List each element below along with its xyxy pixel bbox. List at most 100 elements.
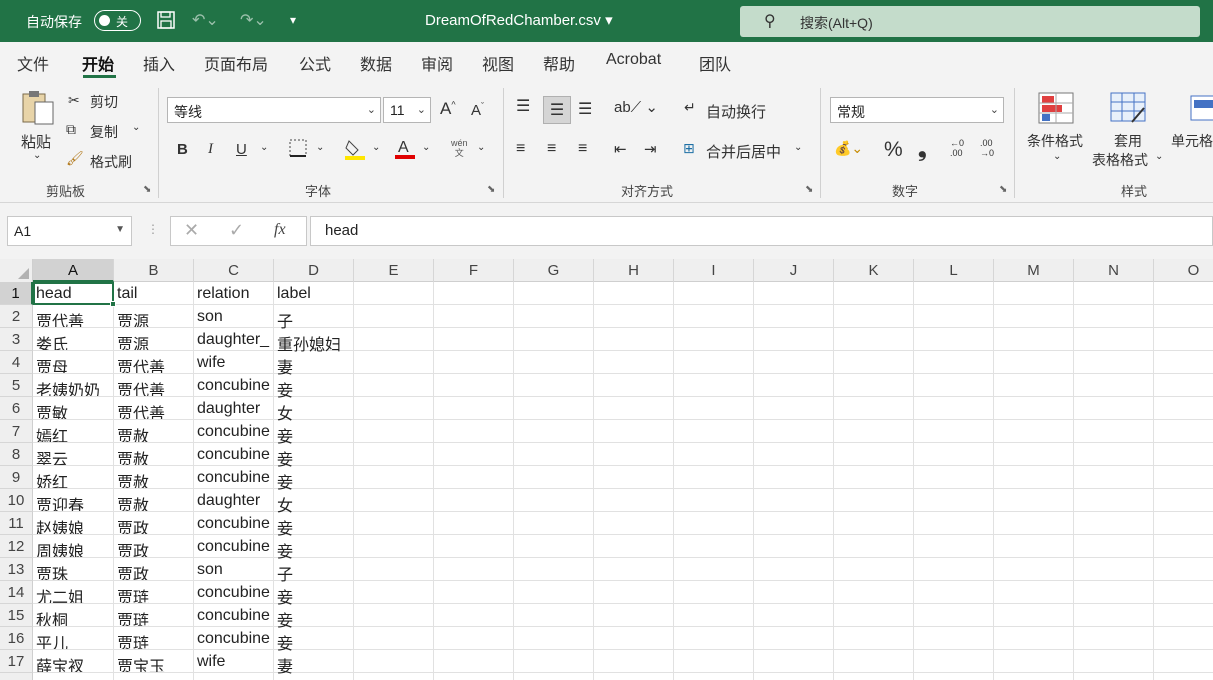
table-cell[interactable] <box>514 443 594 466</box>
table-cell[interactable]: 贾敏 <box>33 397 114 420</box>
table-cell[interactable] <box>1074 535 1154 558</box>
table-cell[interactable]: concubine <box>194 466 274 489</box>
table-cell[interactable] <box>674 466 754 489</box>
table-cell[interactable] <box>994 650 1074 673</box>
table-cell[interactable] <box>434 443 514 466</box>
row-header[interactable]: 11 <box>0 512 33 535</box>
table-cell[interactable] <box>354 512 434 535</box>
table-cell[interactable] <box>1154 466 1213 489</box>
table-cell[interactable]: daughter <box>194 489 274 512</box>
comma-button[interactable]: ❟ <box>918 136 927 162</box>
table-cell[interactable] <box>1074 328 1154 351</box>
table-cell[interactable] <box>1074 305 1154 328</box>
table-cell[interactable] <box>914 397 994 420</box>
table-cell[interactable] <box>994 558 1074 581</box>
accounting-format-icon[interactable]: 💰⌄ <box>834 140 863 157</box>
table-cell[interactable]: son <box>194 558 274 581</box>
table-cell[interactable] <box>1154 397 1213 420</box>
table-cell[interactable] <box>754 558 834 581</box>
row-header[interactable]: 6 <box>0 397 33 420</box>
table-cell[interactable]: 妾 <box>274 374 354 400</box>
table-cell[interactable]: 贾赦 <box>114 420 194 443</box>
table-cell[interactable]: 妻 <box>274 351 354 377</box>
table-cell[interactable] <box>994 420 1074 443</box>
align-left-icon[interactable]: ≡ <box>516 140 525 158</box>
row-header[interactable]: 7 <box>0 420 33 443</box>
column-header[interactable]: F <box>434 259 514 282</box>
font-color-icon[interactable]: A <box>394 136 416 163</box>
table-cell[interactable] <box>754 282 834 305</box>
table-cell[interactable]: 贾迎春 <box>33 489 114 512</box>
table-cell[interactable]: 贾琏 <box>114 581 194 604</box>
format-as-table-label-2[interactable]: 表格格式 <box>1092 150 1148 170</box>
table-cell[interactable] <box>754 397 834 420</box>
tab-review[interactable]: 审阅 <box>421 51 453 75</box>
table-cell[interactable] <box>194 673 274 680</box>
align-center-icon[interactable]: ≡ <box>547 140 556 158</box>
table-cell[interactable] <box>834 420 914 443</box>
table-cell[interactable] <box>1074 443 1154 466</box>
name-box[interactable]: A1 ▼ <box>7 216 132 246</box>
table-cell[interactable] <box>354 581 434 604</box>
table-cell[interactable] <box>594 512 674 535</box>
table-cell[interactable] <box>1074 420 1154 443</box>
merge-center-button[interactable]: 合并后居中 <box>706 141 781 162</box>
table-cell[interactable] <box>674 604 754 627</box>
table-cell[interactable] <box>1074 282 1154 305</box>
table-cell[interactable] <box>594 581 674 604</box>
table-cell[interactable] <box>514 397 594 420</box>
search-box[interactable]: ⚲ 搜索(Alt+Q) <box>740 6 1200 37</box>
table-cell[interactable] <box>1154 627 1213 650</box>
table-cell[interactable]: 秋桐 <box>33 604 114 627</box>
number-format-select[interactable]: 常规 ⌄ <box>830 97 1004 123</box>
table-cell[interactable]: 妻 <box>274 650 354 676</box>
table-cell[interactable] <box>914 282 994 305</box>
table-cell[interactable] <box>514 420 594 443</box>
table-cell[interactable] <box>594 650 674 673</box>
table-cell[interactable]: 贾琏 <box>114 604 194 627</box>
table-cell[interactable]: concubine <box>194 443 274 466</box>
table-cell[interactable]: 贾赦 <box>114 466 194 489</box>
table-cell[interactable] <box>994 397 1074 420</box>
table-cell[interactable]: 平儿 <box>33 627 114 650</box>
table-cell[interactable] <box>514 627 594 650</box>
table-cell[interactable]: 赵姨娘 <box>33 512 114 535</box>
redo-icon[interactable]: ↷⌄ <box>240 10 267 30</box>
table-cell[interactable] <box>594 673 674 680</box>
column-header[interactable]: B <box>114 259 194 282</box>
table-cell[interactable]: 妾 <box>274 512 354 538</box>
table-cell[interactable] <box>754 535 834 558</box>
table-cell[interactable]: 贾赦 <box>114 489 194 512</box>
document-title[interactable]: DreamOfRedChamber.csv ▾ <box>425 11 613 29</box>
table-cell[interactable]: 贾源 <box>114 305 194 328</box>
table-cell[interactable] <box>994 305 1074 328</box>
tab-view[interactable]: 视图 <box>482 51 514 75</box>
save-icon[interactable] <box>156 10 176 35</box>
table-cell[interactable] <box>834 604 914 627</box>
table-cell[interactable]: 贾代善 <box>114 397 194 420</box>
tab-data[interactable]: 数据 <box>360 51 392 75</box>
table-cell[interactable]: concubine <box>194 535 274 558</box>
table-cell[interactable]: concubine <box>194 512 274 535</box>
table-cell[interactable]: 重孙媳妇 <box>274 328 354 354</box>
phonetic-dropdown-icon[interactable]: ⌄ <box>477 142 485 153</box>
table-cell[interactable] <box>434 466 514 489</box>
table-cell[interactable] <box>514 581 594 604</box>
table-cell[interactable] <box>754 650 834 673</box>
increase-decimal-button[interactable]: ←0 .00 <box>950 138 974 158</box>
table-cell[interactable] <box>434 512 514 535</box>
table-cell[interactable]: 尤二姐 <box>33 581 114 604</box>
column-header[interactable]: J <box>754 259 834 282</box>
table-cell[interactable] <box>914 581 994 604</box>
table-cell[interactable] <box>994 443 1074 466</box>
column-header[interactable]: L <box>914 259 994 282</box>
table-cell[interactable] <box>914 374 994 397</box>
table-cell[interactable] <box>354 397 434 420</box>
table-cell[interactable] <box>994 604 1074 627</box>
table-cell[interactable] <box>994 581 1074 604</box>
table-cell[interactable] <box>834 282 914 305</box>
table-cell[interactable] <box>1074 627 1154 650</box>
table-cell[interactable]: 贾政 <box>114 558 194 581</box>
table-cell[interactable] <box>754 673 834 680</box>
paste-button[interactable]: 粘贴 <box>21 131 51 152</box>
